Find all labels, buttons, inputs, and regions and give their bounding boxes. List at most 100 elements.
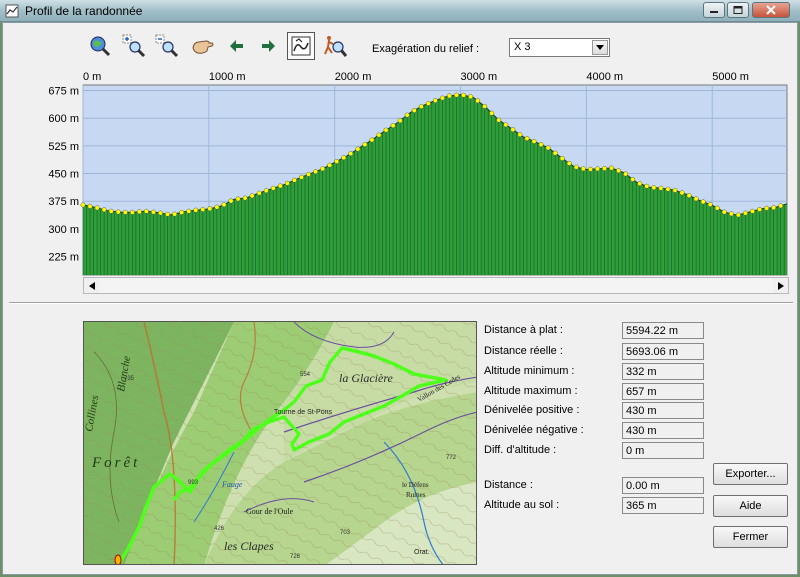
elevation-point bbox=[721, 209, 727, 215]
elevation-point bbox=[531, 138, 537, 144]
map-label: Gour de l'Oule bbox=[246, 507, 294, 516]
stat-value-flat-distance: 5594.22 m bbox=[622, 322, 704, 339]
y-tick-label: 375 m bbox=[48, 196, 79, 208]
elevation-point bbox=[158, 210, 163, 216]
elevation-point bbox=[679, 190, 685, 196]
stat-label-max-altitude: Altitude maximum : bbox=[484, 385, 578, 397]
map-label: 735 bbox=[124, 376, 135, 382]
elevation-point bbox=[750, 208, 755, 214]
map-label: la Glacière bbox=[339, 371, 394, 385]
elevation-point bbox=[468, 94, 474, 100]
map-label: Tourne de St-Pons bbox=[274, 409, 332, 416]
elevation-point bbox=[404, 112, 410, 118]
stat-label-altitude-diff: Diff. d'altitude : bbox=[484, 444, 557, 456]
scroll-right-icon bbox=[777, 281, 784, 290]
route-map[interactable]: la Glacière Tourne de St-Pons Forêt Faug… bbox=[83, 321, 477, 565]
elevation-point bbox=[573, 164, 579, 170]
close-icon bbox=[766, 5, 776, 15]
stat-label-positive-gain: Dénivelée positive : bbox=[484, 404, 580, 416]
elevation-point bbox=[129, 209, 135, 215]
elevation-point bbox=[80, 202, 86, 208]
help-button[interactable]: Aide bbox=[713, 495, 788, 517]
close-window-button[interactable] bbox=[752, 2, 790, 18]
elevation-point bbox=[637, 181, 643, 186]
elevation-point bbox=[475, 98, 481, 104]
elevation-point bbox=[108, 208, 114, 214]
elevation-point bbox=[397, 118, 403, 124]
stat-label-negative-gain: Dénivelée négative : bbox=[484, 424, 584, 436]
elevation-point bbox=[165, 211, 171, 217]
elevation-point bbox=[552, 150, 558, 156]
elevation-point bbox=[186, 208, 192, 214]
elevation-point bbox=[291, 177, 297, 183]
elevation-point bbox=[249, 193, 255, 199]
y-tick-label: 225 m bbox=[48, 252, 79, 264]
elevation-point bbox=[439, 95, 445, 101]
elevation-point bbox=[461, 92, 467, 98]
elevation-point bbox=[214, 204, 220, 210]
x-tick-label: 0 m bbox=[83, 71, 101, 83]
chart-horizontal-scrollbar[interactable] bbox=[83, 277, 789, 294]
elevation-point bbox=[348, 151, 354, 157]
elevation-point bbox=[630, 176, 636, 182]
map-label: 554 bbox=[300, 372, 311, 378]
elevation-point bbox=[566, 160, 572, 166]
stat-label-real-distance: Distance réelle : bbox=[484, 345, 563, 357]
scroll-left-icon bbox=[88, 281, 95, 290]
elevation-point bbox=[200, 207, 206, 212]
elevation-point bbox=[742, 210, 748, 216]
stat-value-positive-gain: 430 m bbox=[622, 402, 704, 419]
elevation-point bbox=[686, 193, 692, 198]
topographic-map: la Glacière Tourne de St-Pons Forêt Faug… bbox=[84, 322, 476, 564]
elevation-profile-chart[interactable]: 0 m 1000 m 2000 m 3000 m 4000 m 5000 m 675 m 60… bbox=[3, 23, 799, 276]
maximize-button[interactable] bbox=[727, 2, 749, 18]
elevation-point bbox=[228, 198, 234, 204]
scroll-right-button[interactable] bbox=[773, 278, 788, 293]
maximize-icon bbox=[733, 6, 743, 14]
elevation-point bbox=[616, 168, 622, 174]
elevation-point bbox=[284, 180, 290, 186]
elevation-point bbox=[545, 145, 551, 151]
elevation-point bbox=[369, 137, 375, 143]
map-label: Forêt bbox=[91, 455, 140, 471]
elevation-point bbox=[454, 92, 459, 98]
window-title: Profil de la randonnée bbox=[25, 4, 143, 18]
elevation-point bbox=[432, 98, 438, 103]
elevation-point bbox=[489, 110, 495, 116]
elevation-point bbox=[179, 209, 185, 215]
y-tick-label: 600 m bbox=[48, 113, 79, 125]
elevation-point bbox=[341, 155, 347, 161]
elevation-point bbox=[320, 166, 326, 172]
elevation-point bbox=[559, 155, 565, 161]
export-button[interactable]: Exporter... bbox=[713, 463, 788, 485]
elevation-point bbox=[277, 183, 283, 189]
elevation-point bbox=[327, 162, 333, 168]
stat-label-ground-altitude: Altitude au sol : bbox=[484, 499, 560, 511]
map-label: Ruines bbox=[406, 491, 426, 499]
minimize-button[interactable] bbox=[703, 2, 725, 18]
map-label: 993 bbox=[188, 480, 199, 486]
elevation-point bbox=[623, 171, 629, 177]
stat-value-negative-gain: 430 m bbox=[622, 422, 704, 439]
scroll-left-button[interactable] bbox=[84, 278, 99, 293]
elevation-point bbox=[270, 185, 276, 191]
stat-label-min-altitude: Altitude minimum : bbox=[484, 365, 575, 377]
elevation-point bbox=[151, 209, 156, 215]
elevation-point bbox=[580, 166, 586, 172]
elevation-point bbox=[693, 196, 699, 202]
elevation-point bbox=[771, 205, 777, 211]
map-label: 772 bbox=[446, 455, 457, 461]
map-label: le Défens bbox=[402, 481, 429, 489]
stat-value-min-altitude: 332 m bbox=[622, 363, 704, 380]
elevation-point bbox=[700, 199, 706, 205]
elevation-point bbox=[482, 103, 488, 109]
elevation-point bbox=[355, 146, 361, 152]
app-icon bbox=[5, 4, 19, 18]
map-label: 426 bbox=[214, 526, 225, 532]
elevation-point bbox=[313, 169, 319, 175]
map-label: 703 bbox=[340, 530, 351, 536]
elevation-point bbox=[143, 208, 149, 214]
elevation-point bbox=[207, 206, 213, 212]
close-button[interactable]: Fermer bbox=[713, 526, 788, 548]
elevation-point bbox=[390, 123, 396, 129]
